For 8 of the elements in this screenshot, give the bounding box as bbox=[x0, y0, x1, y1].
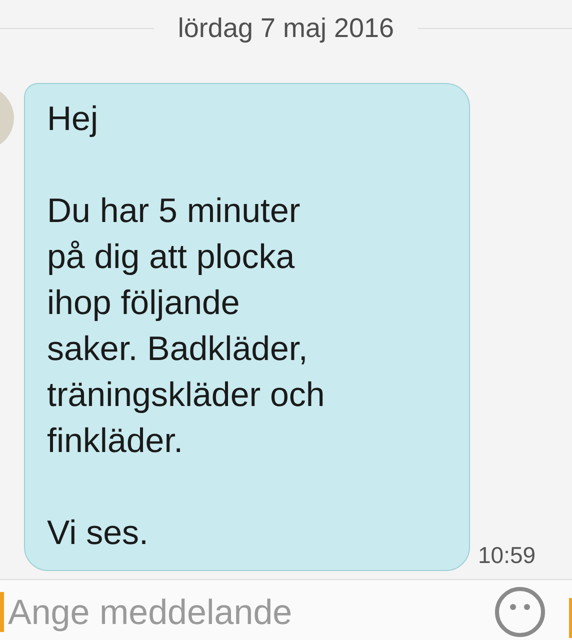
message-composer[interactable]: Ange meddelande bbox=[0, 579, 572, 640]
date-separator: lördag 7 maj 2016 bbox=[178, 12, 394, 44]
message-input-field[interactable]: Ange meddelande bbox=[8, 592, 428, 634]
message-time: 10:59 bbox=[478, 542, 536, 569]
accent-bar bbox=[569, 598, 572, 638]
text-cursor bbox=[0, 592, 4, 632]
emoji-icon[interactable] bbox=[494, 586, 546, 638]
message-text: Hej Du har 5 minuter på dig att plocka ihop följande saker. Badkläder, träningskläder och finkläder. Vi ses. bbox=[47, 99, 326, 554]
